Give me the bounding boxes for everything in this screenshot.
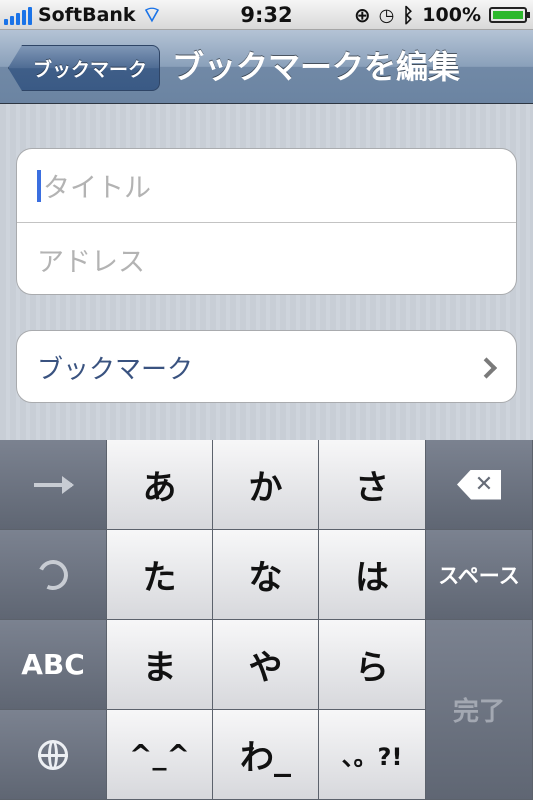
globe-key[interactable] xyxy=(0,710,107,800)
key-ta[interactable]: た xyxy=(107,530,213,620)
rotation-lock-icon: ⊕ xyxy=(353,3,371,27)
space-key[interactable]: スペース xyxy=(426,530,533,620)
title-placeholder: タイトル xyxy=(43,173,151,204)
battery-icon xyxy=(489,7,530,23)
address-field[interactable]: アドレス xyxy=(17,222,516,294)
title-field[interactable]: タイトル xyxy=(17,149,516,222)
page-title: ブックマークを編集 xyxy=(172,48,461,86)
folder-group: ブックマーク xyxy=(16,330,517,403)
undo-icon xyxy=(33,555,73,594)
key-na[interactable]: な xyxy=(213,530,319,620)
key-ya[interactable]: や xyxy=(213,620,319,710)
abc-key[interactable]: ABC xyxy=(0,620,107,710)
status-bar: SoftBank ⌔ 9:32 ⊕ ◷ ᛒ 100% xyxy=(0,0,533,30)
undo-key[interactable] xyxy=(0,530,107,620)
key-ha[interactable]: は xyxy=(319,530,426,620)
navigation-bar: ブックマーク ブックマークを編集 xyxy=(0,30,533,104)
arrow-right-icon xyxy=(34,475,74,494)
backspace-icon: ✕ xyxy=(457,469,501,500)
address-placeholder: アドレス xyxy=(37,246,145,278)
bluetooth-icon: ᛒ xyxy=(402,3,415,27)
battery-percent: 100% xyxy=(422,4,481,26)
folder-label: ブックマーク xyxy=(37,355,194,385)
next-key[interactable] xyxy=(0,440,107,530)
done-key[interactable]: 完了 xyxy=(426,620,533,800)
key-punctuation[interactable]: 、。?! xyxy=(319,710,426,800)
edit-bookmark-form: タイトル アドレス ブックマーク xyxy=(0,104,533,440)
field-group: タイトル アドレス xyxy=(16,148,517,295)
key-a[interactable]: あ xyxy=(107,440,213,530)
key-wa[interactable]: わ_ xyxy=(213,710,319,800)
delete-key[interactable]: ✕ xyxy=(426,440,533,530)
key-ka[interactable]: か xyxy=(213,440,319,530)
key-emoticon[interactable]: ^_^ xyxy=(107,710,213,800)
key-sa[interactable]: さ xyxy=(319,440,426,530)
alarm-icon: ◷ xyxy=(378,4,395,26)
chevron-right-icon xyxy=(475,356,498,379)
key-ra[interactable]: ら xyxy=(319,620,426,710)
kana-keyboard: ABC あ か さ た な は ま や ら ^_^ わ_ 、。?! ✕ スペース… xyxy=(0,440,533,800)
back-button[interactable]: ブックマーク xyxy=(8,45,160,91)
text-caret xyxy=(37,169,41,202)
folder-row[interactable]: ブックマーク xyxy=(17,331,516,402)
key-ma[interactable]: ま xyxy=(107,620,213,710)
globe-icon xyxy=(38,739,68,770)
status-right: ⊕ ◷ ᛒ 100% xyxy=(353,0,530,30)
